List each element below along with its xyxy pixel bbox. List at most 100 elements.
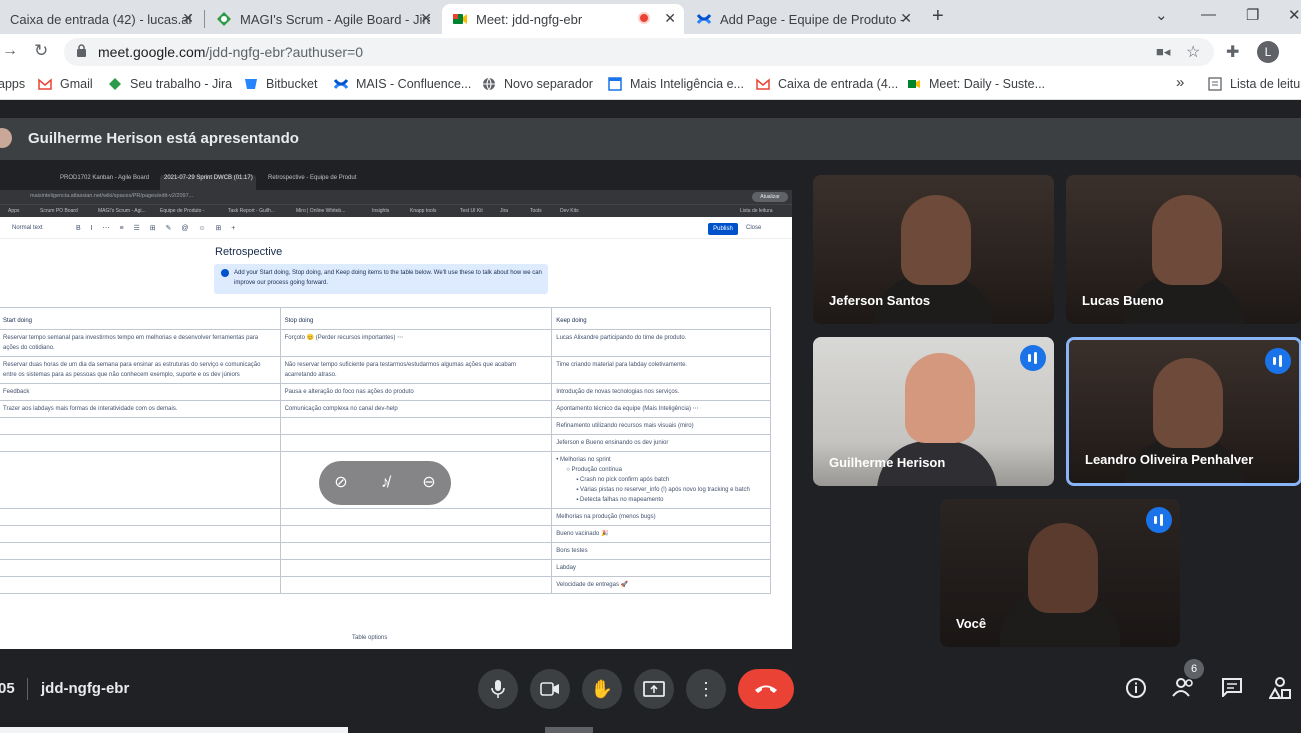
table-row: Reservar tempo semanal para investirmos … <box>0 329 771 357</box>
camera-permission-icon[interactable]: ■◂ <box>1156 44 1170 60</box>
reading-list-button[interactable]: Lista de leitur <box>1208 77 1301 91</box>
tab-gmail[interactable]: Caixa de entrada (42) - lucas.alix ✕ <box>0 4 202 34</box>
address-bar[interactable]: meet.google.com/jdd-ngfg-ebr?authuser=0 … <box>64 38 1214 66</box>
table-cell: Bons testes <box>551 542 771 560</box>
meeting-code: jdd-ngfg-ebr <box>41 680 130 697</box>
confluence-icon <box>696 11 712 27</box>
shared-bookmark: Apps <box>8 208 20 214</box>
table-row: Reservar duas horas de um dia da semana … <box>0 356 771 384</box>
table-cell <box>279 542 553 560</box>
reload-icon[interactable]: ↻ <box>34 41 48 61</box>
tab-close-icon[interactable]: ✕ <box>182 10 194 27</box>
shared-bookmark: Miro | Online Whiteb... <box>296 208 346 214</box>
participant-tile[interactable]: Jeferson Santos <box>813 175 1054 324</box>
people-button[interactable] <box>1172 677 1196 701</box>
close-window-icon[interactable]: ✕ <box>1288 6 1301 24</box>
meeting-details-button[interactable] <box>1124 677 1148 701</box>
table-cell <box>0 542 281 560</box>
forward-arrow-icon[interactable]: → <box>2 42 18 60</box>
url-path: /jdd-ngfg-ebr?authuser=0 <box>205 44 364 60</box>
tab-close-icon[interactable]: ✕ <box>664 10 676 27</box>
list-item-text: Produção contínua <box>571 467 622 473</box>
meet-icon <box>907 77 921 91</box>
new-tab-plus-icon[interactable]: + <box>932 5 944 28</box>
shared-publish-button: Publish <box>708 223 738 235</box>
bookmark-bitbucket[interactable]: Bitbucket <box>244 77 317 91</box>
video-feed <box>1028 523 1098 613</box>
gmail-icon <box>756 77 770 91</box>
table-cell: Time criando material para labday coleti… <box>551 356 771 384</box>
activities-button[interactable] <box>1268 677 1292 701</box>
tab-close-icon[interactable]: ✕ <box>420 10 432 27</box>
list-item: ▪ Detecta falhas no mapeamento <box>576 497 664 503</box>
tab-title: Add Page - Equipe de Produto - <box>720 11 905 27</box>
mute-presentation-icon[interactable]: ♪̸ <box>375 473 395 493</box>
tab-close-icon[interactable]: ✕ <box>900 10 912 27</box>
bookmark-jira[interactable]: Seu trabalho - Jira <box>108 77 232 91</box>
camera-button[interactable] <box>530 669 570 709</box>
taskbar-strip <box>0 727 348 733</box>
participant-tile[interactable]: Leandro Oliveira Penhalver <box>1066 337 1301 486</box>
divider <box>27 678 28 700</box>
participant-tile[interactable]: Guilherme Herison <box>813 337 1054 486</box>
chat-button[interactable] <box>1220 677 1244 701</box>
video-feed <box>1153 358 1223 448</box>
table-cell <box>0 559 281 577</box>
bookmark-confluence[interactable]: MAIS - Confluence... <box>333 77 471 91</box>
minimize-icon[interactable]: — <box>1201 6 1216 23</box>
extensions-puzzle-icon[interactable]: ✚ <box>1226 42 1239 62</box>
bookmark-gmail[interactable]: Gmail <box>38 77 93 91</box>
hang-up-icon <box>755 685 777 693</box>
shared-editor-toolbar: Normal text B I ⋯ ≡ ☰ ⊞ ✎ @ ☺ ⊞ + Publis… <box>0 217 792 239</box>
tab-meet[interactable]: Meet: jdd-ngfg-ebr ✕ <box>442 4 684 34</box>
table-cell: Feedback <box>0 383 281 401</box>
shared-bookmark: Lista de leitura <box>740 208 773 214</box>
participant-tile[interactable]: Lucas Bueno <box>1066 175 1301 324</box>
bookmark-novo-separador[interactable]: Novo separador <box>482 77 593 91</box>
tab-jira[interactable]: MAGI's Scrum - Agile Board - Jira ✕ <box>206 4 440 34</box>
table-cell: Velocidade de entregas 🚀 <box>551 576 771 594</box>
bookmark-label: Seu trabalho - Jira <box>130 77 233 91</box>
microphone-button[interactable] <box>478 669 518 709</box>
table-cell <box>0 525 281 543</box>
leave-call-button[interactable] <box>738 669 794 709</box>
bookmark-label: Lista de leitur <box>1230 77 1301 91</box>
profile-avatar[interactable]: L <box>1257 41 1279 63</box>
bookmarks-overflow-button[interactable]: » <box>1176 74 1184 91</box>
restore-icon[interactable]: ❐ <box>1246 6 1259 24</box>
raise-hand-button[interactable]: ✋ <box>582 669 622 709</box>
remove-icon[interactable]: ⊖ <box>419 473 439 493</box>
bookmark-meet-daily[interactable]: Meet: Daily - Suste... <box>907 77 1045 91</box>
chat-icon <box>1222 678 1242 699</box>
list-item: ○ Produção contínua <box>566 467 622 473</box>
table-header: Keep doing <box>551 307 771 330</box>
bookmark-caixa-entrada[interactable]: Caixa de entrada (4... <box>756 77 898 91</box>
shared-bookmark: Task Report - Guilh... <box>228 208 275 214</box>
more-options-button[interactable]: ⋮ <box>686 669 726 709</box>
list-item-text: Detecta falhas no mapeamento <box>580 497 664 503</box>
participant-tile-self[interactable]: Você <box>940 499 1180 647</box>
bookmark-apps[interactable]: apps <box>0 77 25 91</box>
tab-search-chevron-icon[interactable]: ⌄ <box>1155 6 1168 24</box>
table-cell: Lucas Alixandre participando do time de … <box>551 329 771 357</box>
tab-confluence[interactable]: Add Page - Equipe de Produto - ✕ <box>686 4 920 34</box>
url-text: meet.google.com/jdd-ngfg-ebr?authuser=0 <box>98 44 363 60</box>
bookmark-star-icon[interactable]: ☆ <box>1186 42 1200 62</box>
table-cell <box>279 525 553 543</box>
list-item: ▪ Crash no pick confirm após batch <box>576 477 670 483</box>
bookmark-mais-inteligencia[interactable]: Mais Inteligência e... <box>608 77 744 91</box>
list-item: • Melhorias no sprint <box>556 457 611 463</box>
browser-tab-strip: Caixa de entrada (42) - lucas.alix ✕ MAG… <box>0 0 1301 34</box>
menu-dots-icon[interactable]: ⋮ <box>1294 41 1301 61</box>
shared-bookmark: MAGI's Scrum - Agi... <box>98 208 146 214</box>
present-screen-button[interactable] <box>634 669 674 709</box>
shared-screen: PROD1702 Kanban - Agile Board 2021-07-29… <box>0 172 792 649</box>
table-row: Feedback Pausa e alteração do foco nas aç… <box>0 383 771 401</box>
table-cell: Reservar duas horas de um dia da semana … <box>0 356 281 384</box>
presentation-overlay: ⊘ ♪̸ ⊖ <box>319 461 451 505</box>
shared-profile-button: Atualizar <box>752 192 788 202</box>
bookmark-label: Bitbucket <box>266 77 318 91</box>
jira-icon <box>108 77 122 91</box>
people-icon <box>1172 678 1193 697</box>
pin-off-icon[interactable]: ⊘ <box>331 473 351 493</box>
